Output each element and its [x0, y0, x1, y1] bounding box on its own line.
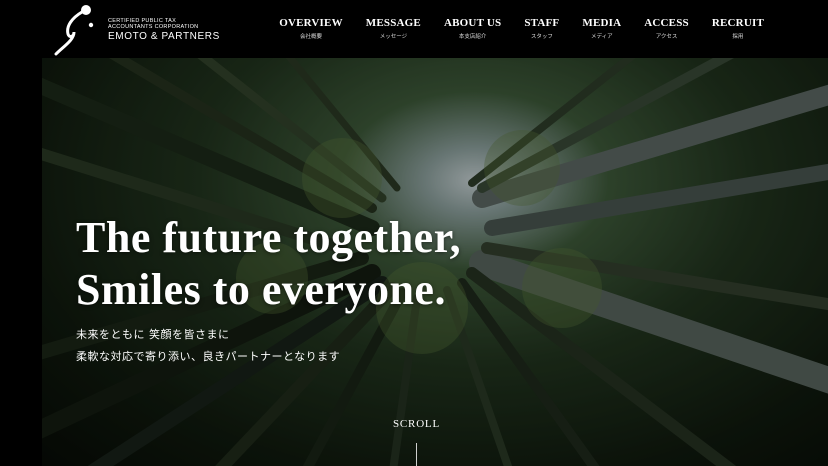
nav-label-ja: アクセス: [655, 34, 678, 40]
logo-text-line3: EMOTO & PARTNERS: [108, 31, 220, 42]
nav-item-about-us[interactable]: ABOUT US 本支店紹介: [444, 17, 501, 40]
nav-item-media[interactable]: MEDIA メディア: [582, 17, 621, 40]
headline-line2: Smiles to everyone.: [76, 265, 446, 314]
logo-mark-icon: [54, 5, 94, 56]
nav-label-en: ACCESS: [644, 17, 689, 29]
nav-label-en: OVERVIEW: [279, 17, 343, 29]
hero-subtext: 未来をともに 笑顔を皆さまに 柔軟な対応で寄り添い、良きパートナーとなります: [76, 324, 340, 368]
nav-label-en: RECRUIT: [711, 17, 764, 29]
nav-item-message[interactable]: MESSAGE メッセージ: [366, 17, 421, 40]
main-nav: OVERVIEW 会社概要 MESSAGE メッセージ ABOUT US 本支店…: [256, 17, 764, 40]
hero-section: The future together, Smiles to everyone.…: [42, 58, 828, 466]
company-logo[interactable]: CERTIFIED PUBLIC TAX ACCOUNTANTS CORPORA…: [52, 4, 222, 56]
nav-label-ja: スタッフ: [530, 34, 553, 40]
hero-headline: The future together, Smiles to everyone.: [76, 212, 461, 316]
nav-label-ja: 採用: [732, 34, 744, 40]
nav-label-en: STAFF: [524, 17, 560, 29]
nav-item-recruit[interactable]: RECRUIT 採用: [712, 17, 764, 40]
logo-text-line2: ACCOUNTANTS CORPORATION: [108, 24, 199, 30]
scroll-line: [416, 443, 417, 466]
subtext-line2: 柔軟な対応で寄り添い、良きパートナーとなります: [76, 350, 341, 363]
nav-label-en: MESSAGE: [365, 17, 421, 29]
subtext-line1: 未来をともに 笑顔を皆さまに: [76, 328, 230, 341]
site-header: CERTIFIED PUBLIC TAX ACCOUNTANTS CORPORA…: [0, 0, 828, 58]
nav-label-ja: メッセージ: [379, 34, 408, 40]
nav-label-ja: メディア: [590, 34, 613, 40]
nav-label-en: ABOUT US: [443, 17, 502, 29]
nav-item-staff[interactable]: STAFF スタッフ: [524, 17, 559, 40]
nav-label-ja: 会社概要: [299, 34, 322, 40]
scroll-indicator[interactable]: SCROLL: [393, 418, 440, 430]
headline-line1: The future together,: [76, 213, 462, 262]
nav-label-ja: 本支店紹介: [458, 34, 487, 40]
nav-item-overview[interactable]: OVERVIEW 会社概要: [279, 17, 343, 40]
nav-item-access[interactable]: ACCESS アクセス: [644, 17, 689, 40]
nav-label-en: MEDIA: [582, 17, 622, 29]
